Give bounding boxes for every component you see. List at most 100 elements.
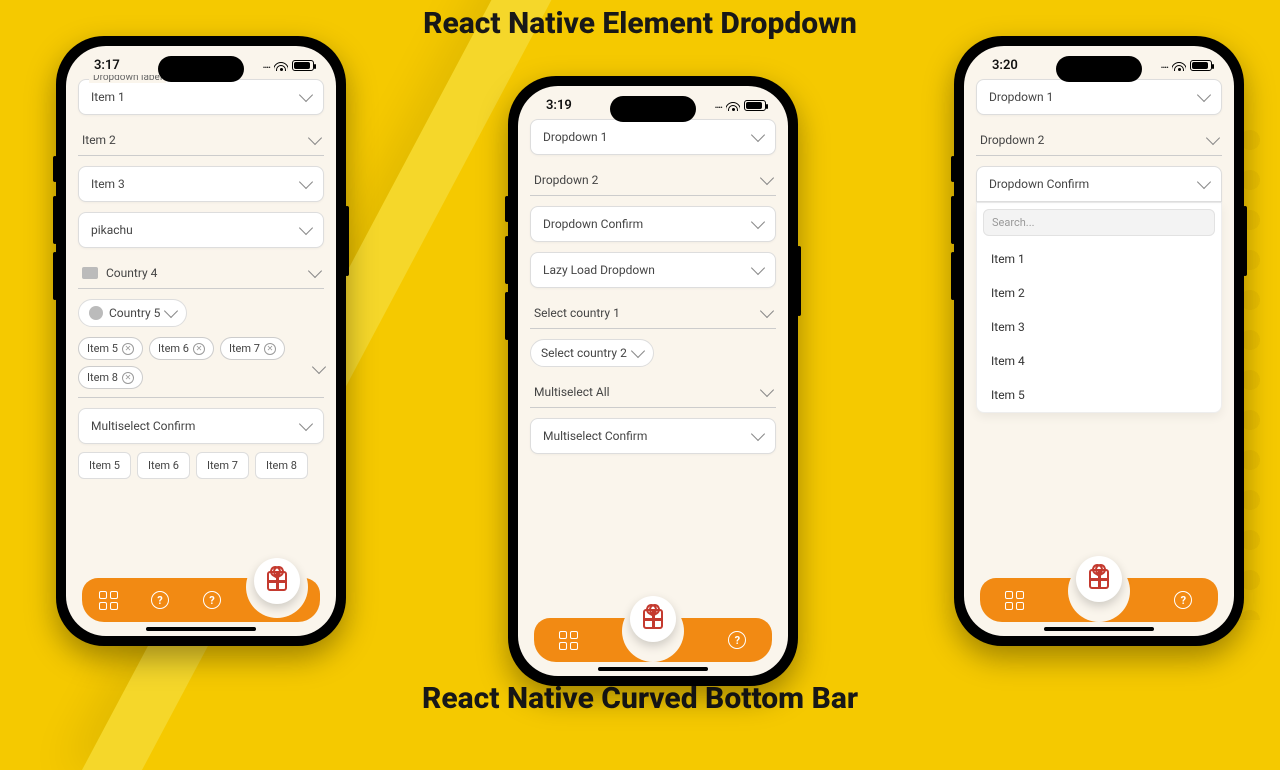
chip-item[interactable]: Item 7 [196,452,249,479]
multiselect-confirm-items: Item 5 Item 6 Item 7 Item 8 [78,452,324,479]
battery-icon [1190,60,1212,71]
dropdown-item3[interactable]: Item 3 [78,166,324,202]
phone-3: 3:20 .... Dropdown 1 Dropdown 2 Dropdown… [954,36,1244,646]
dropdown-2[interactable]: Dropdown 2 [530,165,776,196]
home-indicator [146,627,256,631]
tab-grid-icon[interactable] [559,630,579,650]
dropdown-2[interactable]: Dropdown 2 [976,125,1222,156]
tab-help-icon-2[interactable]: ? [202,590,222,610]
dropdown-option[interactable]: Item 5 [977,378,1221,412]
chip-remove-icon[interactable]: ✕ [122,372,134,384]
dropdown-1[interactable]: Dropdown 1 [976,79,1222,115]
gift-icon [267,571,287,591]
chevron-down-icon [299,175,313,189]
chevron-down-icon [164,304,178,318]
status-time: 3:20 [992,58,1018,73]
chevron-down-icon [751,128,765,142]
chip-item[interactable]: Item 8 [255,452,308,479]
cellular-icon: .... [1161,60,1168,71]
dropdown-multiselect-all[interactable]: Multiselect All [530,377,776,408]
fab-gift-button[interactable] [254,558,300,604]
dropdown-1[interactable]: Dropdown 1 [530,119,776,155]
fab-gift-button[interactable] [630,596,676,642]
status-time: 3:19 [546,98,572,113]
dropdown-country2[interactable]: Select country 2 [530,339,654,367]
dropdown-open-panel: Search... Item 1 Item 2 Item 3 Item 4 It… [976,202,1222,413]
chevron-down-icon [299,221,313,235]
tab-help-icon[interactable]: ? [1173,590,1193,610]
chevron-down-icon [760,383,774,397]
tab-help-icon[interactable]: ? [150,590,170,610]
tab-grid-icon[interactable] [98,590,118,610]
dropdown-lazy[interactable]: Lazy Load Dropdown [530,252,776,288]
dropdown-country4[interactable]: Country 4 [78,258,324,289]
chevron-down-icon [751,427,765,441]
dynamic-island [610,96,696,122]
status-time: 3:17 [94,58,120,73]
chip-item[interactable]: Item 6 [137,452,190,479]
dropdown-country1[interactable]: Select country 1 [530,298,776,329]
dropdown-value: Item 3 [91,177,125,191]
curved-bottom-bar: ? ? [66,578,336,636]
chevron-down-icon [631,344,645,358]
chevron-down-icon [751,261,765,275]
chip-remove-icon[interactable]: ✕ [122,343,134,355]
chip-item[interactable]: Item 6✕ [149,337,214,360]
phone-2: 3:19 .... Dropdown 1 Dropdown 2 Dropdown… [508,76,798,686]
dropdown-multiselect-confirm[interactable]: Multiselect Confirm [530,418,776,454]
chevron-down-icon [760,171,774,185]
dropdown-search-input[interactable]: Search... [983,209,1215,236]
chevron-down-icon [760,304,774,318]
dropdown-value: Multiselect Confirm [91,419,195,433]
dropdown-multiselect-confirm[interactable]: Multiselect Confirm [78,408,324,444]
chevron-down-icon [1206,131,1220,145]
dropdown-confirm-open[interactable]: Dropdown Confirm [976,166,1222,202]
chip-remove-icon[interactable]: ✕ [264,343,276,355]
chevron-down-icon [1197,88,1211,102]
fab-gift-button[interactable] [1076,556,1122,602]
chip-item[interactable]: Item 7✕ [220,337,285,360]
chip-item[interactable]: Item 5 [78,452,131,479]
gift-icon [643,609,663,629]
chevron-down-icon [299,417,313,431]
cellular-icon: .... [715,100,722,111]
chip-item[interactable]: Item 5✕ [78,337,143,360]
dropdown-labeled[interactable]: Dropdown label Item 1 [78,79,324,115]
chevron-down-icon[interactable] [312,360,326,374]
multiselect-chip-row: Item 5✕ Item 6✕ Item 7✕ Item 8✕ [78,337,324,389]
dropdown-option[interactable]: Item 4 [977,344,1221,378]
curved-bottom-bar: ? [518,618,788,676]
flag-icon [82,267,98,279]
dropdown-country5[interactable]: Country 5 [78,299,187,327]
dropdown-flat-item2[interactable]: Item 2 [78,125,324,156]
dropdown-option[interactable]: Item 3 [977,310,1221,344]
tab-grid-icon[interactable] [1005,590,1025,610]
wifi-icon [726,100,740,111]
wifi-icon [1172,60,1186,71]
dynamic-island [158,56,244,82]
dropdown-pikachu[interactable]: pikachu [78,212,324,248]
chevron-down-icon [308,264,322,278]
chip-remove-icon[interactable]: ✕ [193,343,205,355]
battery-icon [292,60,314,71]
dropdown-confirm[interactable]: Dropdown Confirm [530,206,776,242]
dropdown-value: Item 1 [91,90,125,104]
dropdown-option[interactable]: Item 1 [977,242,1221,276]
tab-help-icon[interactable]: ? [727,630,747,650]
home-indicator [598,667,708,671]
home-indicator [1044,627,1154,631]
chip-item[interactable]: Item 8✕ [78,366,143,389]
heading-bottom: React Native Curved Bottom Bar [0,681,1280,716]
dropdown-value: Country 5 [109,306,160,320]
dropdown-value: pikachu [91,223,133,237]
dropdown-value: Item 2 [82,133,116,147]
chevron-down-icon [308,131,322,145]
battery-icon [744,100,766,111]
chevron-down-icon [751,215,765,229]
cellular-icon: .... [263,60,270,71]
curved-bottom-bar: ? [964,578,1234,636]
gift-icon [1089,569,1109,589]
dropdown-option[interactable]: Item 2 [977,276,1221,310]
wifi-icon [274,60,288,71]
dropdown-floating-label: Dropdown label [89,75,166,83]
